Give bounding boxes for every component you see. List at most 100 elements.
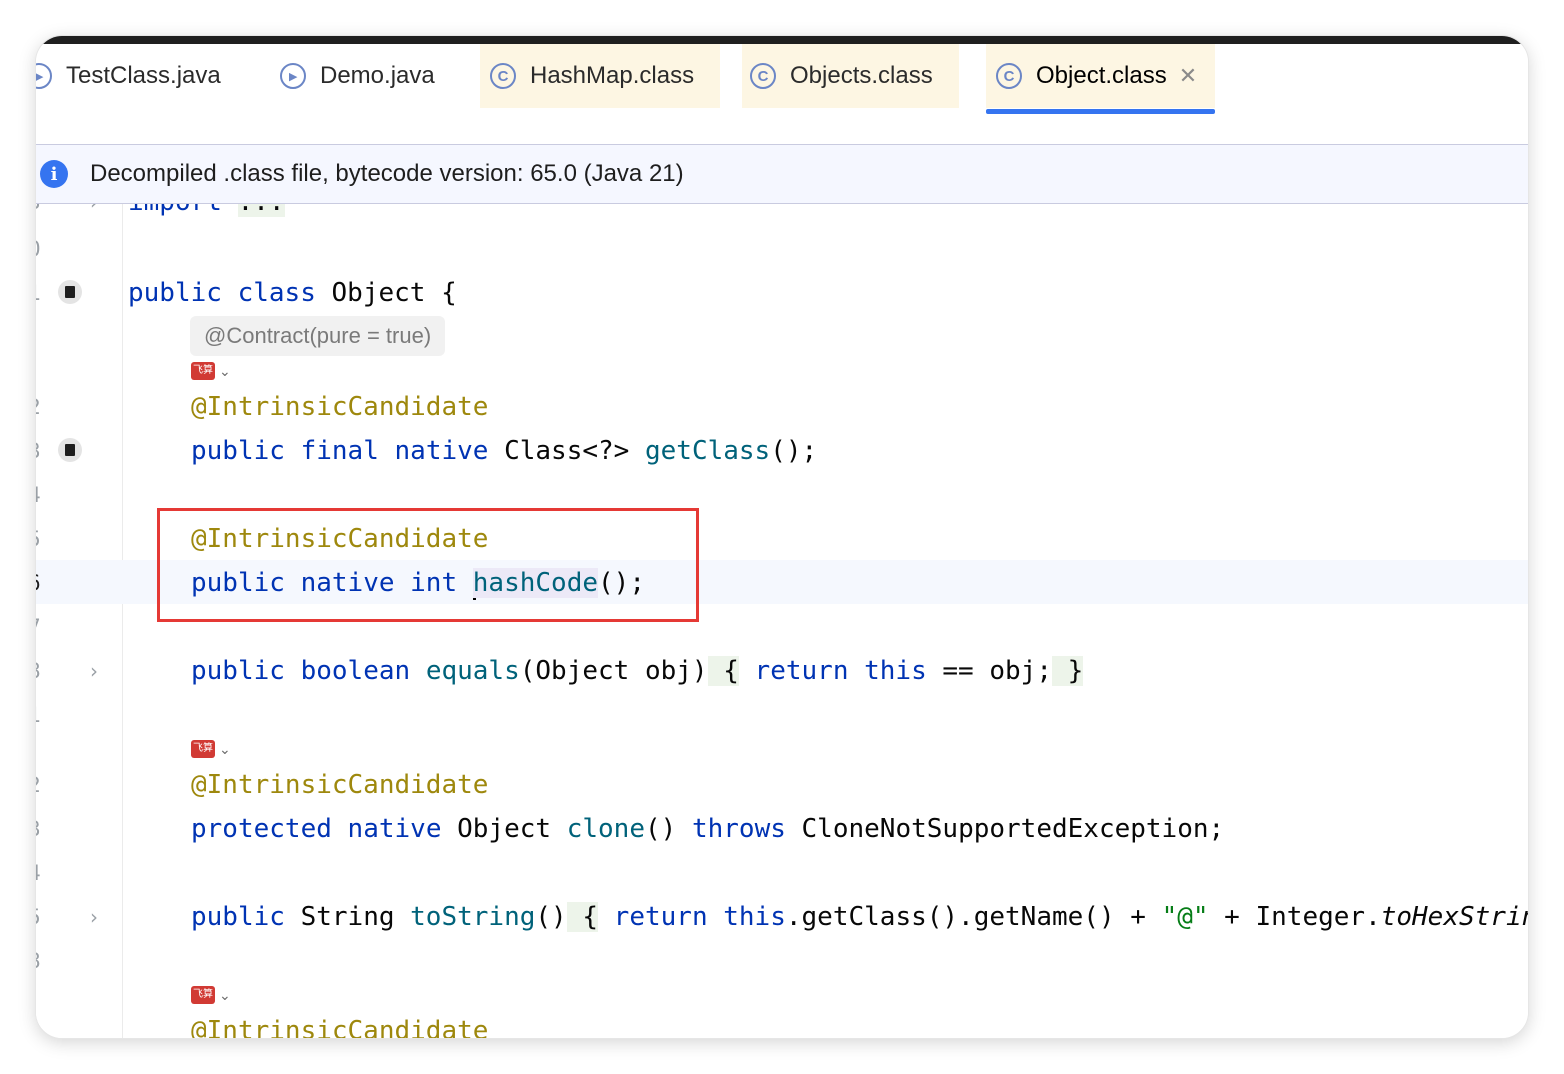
ide-window: ▸ TestClass.java ▸ Demo.java C HashMap.c… — [36, 36, 1528, 1038]
class-icon: C — [996, 63, 1022, 89]
method-name: equals — [425, 656, 520, 686]
keyword: import — [128, 204, 222, 217]
class-icon: C — [490, 63, 516, 89]
overridden-method-icon[interactable] — [58, 280, 82, 304]
punctuation: (); — [770, 436, 818, 466]
line-number: 3 — [36, 204, 48, 224]
type-name: Class<?> — [504, 436, 630, 466]
line-number: 7 — [36, 605, 48, 649]
code-line-annotation: @IntrinsicCandidate — [191, 1009, 488, 1038]
plugin-hint[interactable]: 飞算 ⌄ — [191, 986, 231, 1004]
fold-chevron-icon[interactable]: › — [90, 649, 106, 693]
info-icon: i — [40, 160, 68, 188]
keyword: this — [723, 902, 786, 932]
punctuation: () — [535, 902, 567, 932]
line-number: 5 — [36, 517, 48, 561]
folded-region[interactable]: } — [1051, 656, 1084, 686]
line-number: 2 — [36, 385, 48, 429]
code-editor[interactable]: 3 0 1 2 3 4 5 6 7 8 1 2 3 4 5 8 9 › › › … — [36, 204, 1528, 1038]
editor-gutter — [36, 204, 123, 1038]
contract-inlay-hint[interactable]: @Contract(pure = true) — [190, 316, 446, 356]
highlight-box — [157, 508, 699, 622]
keyword: public — [191, 902, 285, 932]
line-number: 3 — [36, 807, 48, 851]
tab-demo[interactable]: ▸ Demo.java — [280, 44, 435, 108]
punctuation: () — [644, 814, 677, 844]
tab-label: Objects.class — [790, 62, 933, 89]
line-number: 4 — [36, 473, 48, 517]
keyword: return — [613, 902, 708, 932]
annotation: @IntrinsicCandidate — [191, 770, 489, 800]
keyword: throws — [691, 814, 786, 844]
line-number: 3 — [36, 429, 48, 473]
code-line-class-decl: public class Object { — [128, 271, 457, 315]
plugin-hint[interactable]: 飞算 ⌄ — [191, 362, 231, 380]
type-name: Object — [457, 814, 552, 844]
fold-chevron-icon[interactable]: › — [90, 204, 106, 224]
folded-region[interactable]: { — [566, 902, 599, 932]
keyword: final — [300, 436, 379, 466]
keyword: class — [237, 278, 316, 308]
code-line-import: import ... — [128, 204, 285, 224]
editor-tab-bar: ▸ TestClass.java ▸ Demo.java C HashMap.c… — [36, 44, 1528, 145]
keyword: public — [128, 278, 222, 308]
expression: + Integer. — [1208, 902, 1381, 932]
line-number: 6 — [36, 561, 48, 605]
java-run-icon: ▸ — [36, 63, 52, 89]
method-name: toString — [410, 902, 536, 932]
keyword: native — [394, 436, 489, 466]
overridden-method-icon[interactable] — [58, 438, 82, 462]
decompiled-banner: i Decompiled .class file, bytecode versi… — [36, 145, 1528, 204]
tab-label: HashMap.class — [530, 62, 695, 89]
method-name: clone — [566, 814, 645, 844]
java-run-icon: ▸ — [280, 63, 306, 89]
keyword: protected — [191, 814, 332, 844]
code-line-equals: public boolean equals(Object obj) { retu… — [191, 649, 1084, 693]
type-name: String — [300, 902, 395, 932]
keyword: boolean — [300, 656, 411, 686]
static-method-call: toHexStrin — [1380, 902, 1528, 932]
plugin-logo-icon: 飞算 — [191, 986, 215, 1004]
line-number: 9 — [36, 1009, 48, 1038]
keyword: public — [191, 656, 285, 686]
line-number: 1 — [36, 693, 48, 737]
keyword: native — [347, 814, 442, 844]
annotation: @IntrinsicCandidate — [191, 1016, 489, 1038]
expression: .getClass().getName() + — [785, 902, 1162, 932]
keyword: return — [754, 656, 849, 686]
class-name: Object { — [331, 278, 457, 308]
tab-object-active[interactable]: C Object.class ✕ — [986, 44, 1216, 114]
tab-label: Object.class — [1036, 62, 1167, 89]
title-bar — [36, 36, 1528, 44]
folded-region[interactable]: { — [707, 656, 739, 686]
active-tab-indicator — [986, 109, 1216, 114]
keyword: this — [864, 656, 927, 686]
line-number: 5 — [36, 895, 48, 939]
tab-label: TestClass.java — [66, 62, 221, 89]
folded-imports[interactable]: ... — [237, 204, 285, 217]
type-name: CloneNotSupportedException; — [801, 814, 1225, 844]
line-number: 0 — [36, 227, 48, 271]
method-name: getClass — [644, 436, 771, 466]
tab-testclass[interactable]: ▸ TestClass.java — [36, 44, 221, 108]
plugin-logo-icon: 飞算 — [191, 740, 215, 758]
line-number: 2 — [36, 763, 48, 807]
tab-objects[interactable]: C Objects.class — [742, 44, 959, 108]
expression: == obj; — [926, 656, 1052, 686]
fold-chevron-icon[interactable]: › — [90, 895, 106, 939]
string-literal: "@" — [1161, 902, 1209, 932]
plugin-hint[interactable]: 飞算 ⌄ — [191, 740, 231, 758]
chevron-down-icon: ⌄ — [219, 986, 231, 1003]
tab-hashmap[interactable]: C HashMap.class — [480, 44, 721, 108]
code-line-clone: protected native Object clone() throws C… — [191, 807, 1224, 851]
line-number: 8 — [36, 939, 48, 983]
line-number: 4 — [36, 851, 48, 895]
line-number: 8 — [36, 649, 48, 693]
tab-label: Demo.java — [320, 62, 435, 89]
code-line-annotation: @IntrinsicCandidate — [191, 385, 488, 429]
annotation: @IntrinsicCandidate — [191, 392, 489, 422]
code-line-getclass: public final native Class<?> getClass(); — [191, 429, 817, 473]
keyword: public — [191, 436, 285, 466]
class-icon: C — [750, 63, 776, 89]
close-icon[interactable]: ✕ — [1179, 63, 1197, 89]
